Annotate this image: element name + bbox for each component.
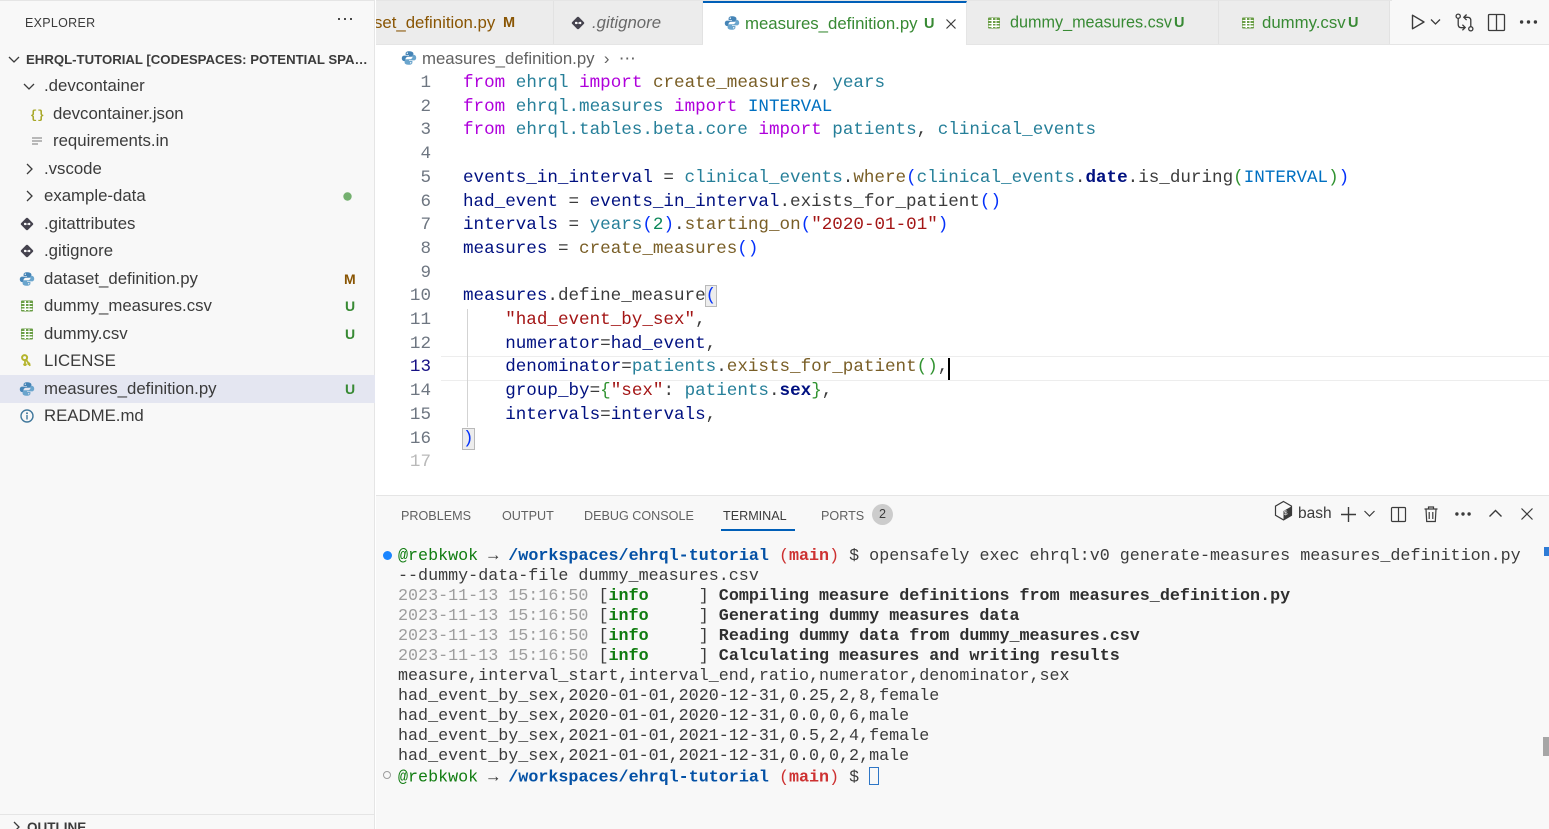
- svg-text:$: $: [1284, 510, 1288, 517]
- svg-text:{}: {}: [30, 108, 44, 122]
